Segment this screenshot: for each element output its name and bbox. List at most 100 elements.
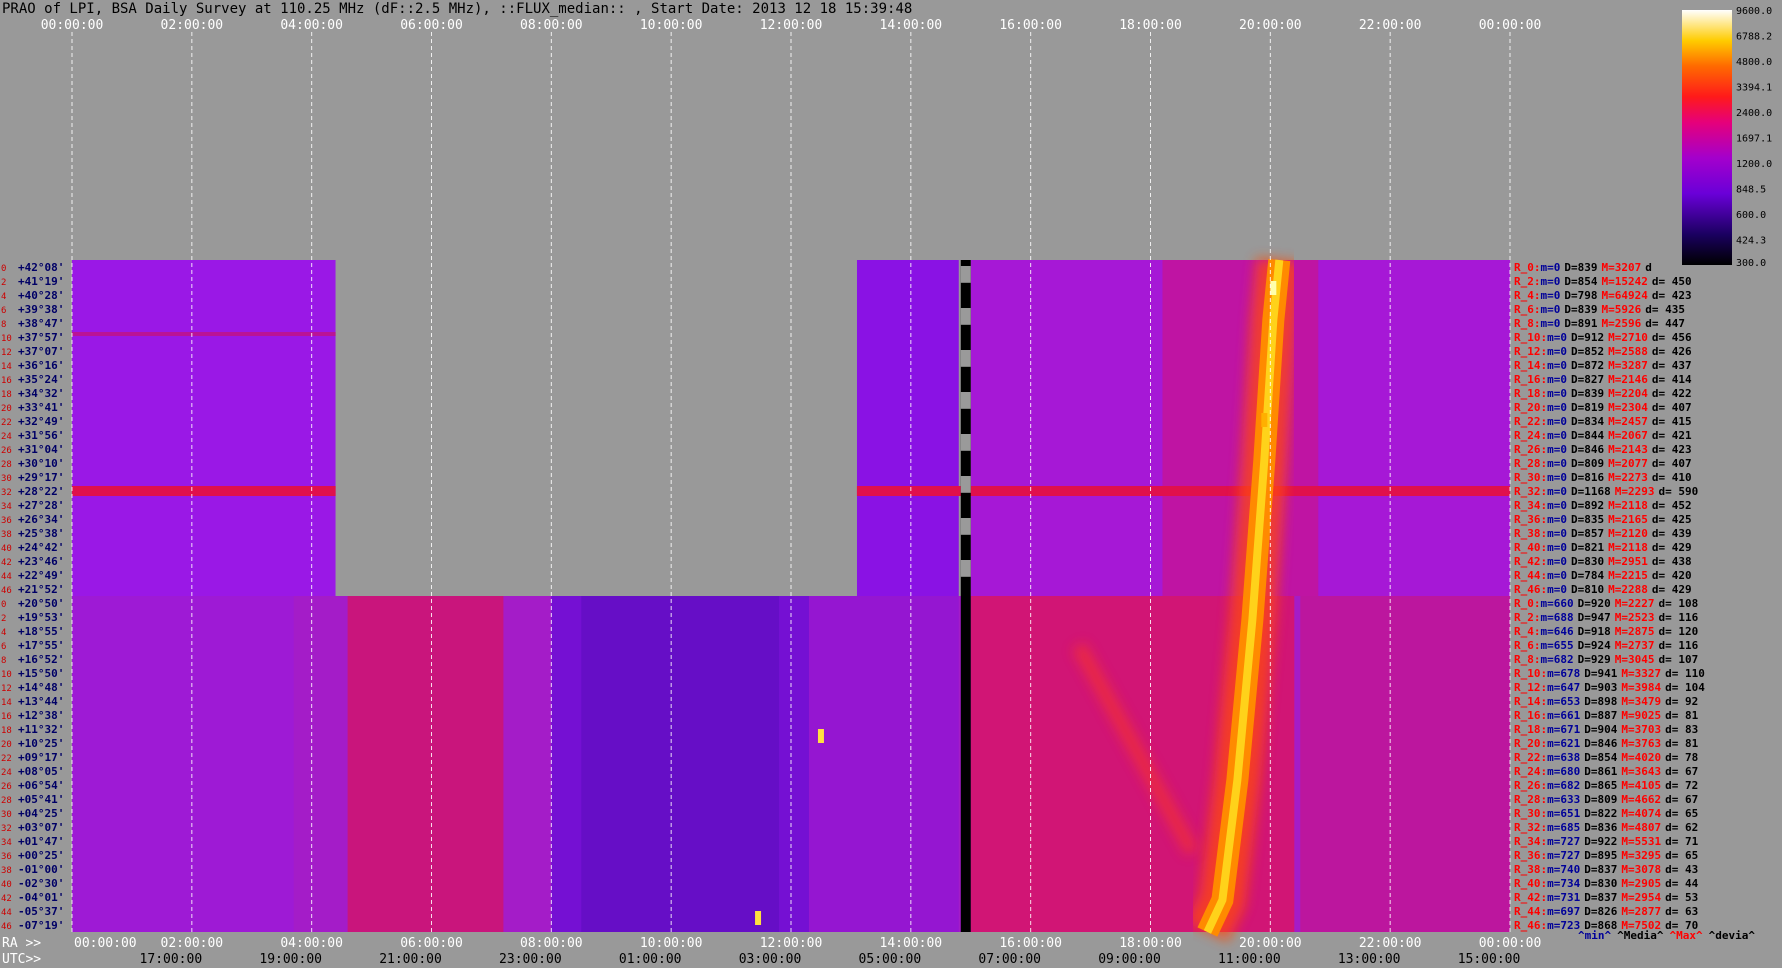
stat-beam: R_16: [1514,373,1547,386]
stat-beam: R_2: [1514,611,1541,624]
stat-min: m=633 [1547,793,1580,806]
beam-stat-row: R_12:m=647 D=903 M=3984 d= 104 [1514,681,1705,694]
declination-label: +40°28' [18,289,64,302]
stat-min: m=646 [1541,625,1574,638]
beam-stat-row: R_6:m=0 D=839 M=5926 d= 435 [1514,303,1685,316]
colorbar-tick: 424.3 [1736,235,1766,246]
beam-index-label: 38 [1,530,12,540]
stat-max: M=2304 [1608,401,1648,414]
stat-min: m=0 [1547,429,1567,442]
declination-label: +30°10' [18,457,64,470]
beam-index-label: 12 [1,348,12,358]
beam-stat-row: R_42:m=731 D=837 M=2954 d= 53 [1514,891,1698,904]
top-tick-label: 08:00:00 [520,18,583,33]
declination-label: +14°48' [18,681,64,694]
stat-median: D=912 [1571,331,1604,344]
stat-median: D=830 [1571,555,1604,568]
beam-index-label: 6 [1,642,6,652]
stat-beam: R_36: [1514,849,1547,862]
stat-dev: d= 422 [1652,387,1692,400]
beam-stat-row: R_4:m=646 D=918 M=2875 d= 120 [1514,625,1698,638]
weak-stripe [72,332,336,336]
stat-dev: d= 407 [1652,401,1692,414]
declination-label: +35°24' [18,373,64,386]
ra-tick-label: 10:00:00 [640,936,703,951]
colorbar-scale [1682,10,1732,265]
beam-stat-row: R_10:m=678 D=941 M=3327 d= 110 [1514,667,1705,680]
stat-min: m=682 [1541,653,1574,666]
stat-max: M=2077 [1608,457,1648,470]
declination-label: +32°49' [18,415,64,428]
beam-stat-row: R_28:m=0 D=809 M=2077 d= 407 [1514,457,1692,470]
declination-label: +24°42' [18,541,64,554]
declination-label: -07°19' [18,919,64,932]
ra-tick-label: 18:00:00 [1119,936,1182,951]
beam-index-label: 40 [1,544,12,554]
beam-stat-row: R_36:m=0 D=835 M=2165 d= 425 [1514,513,1692,526]
stat-median: D=1168 [1571,485,1611,498]
declination-label: +28°22' [18,485,64,498]
beam-index-label: 36 [1,852,12,862]
beam-stat-row: R_22:m=0 D=834 M=2457 d= 415 [1514,415,1692,428]
stat-dev: d= 67 [1665,765,1698,778]
stats-header-item: ^devia^ [1709,929,1756,942]
stat-median: D=827 [1571,373,1604,386]
stat-dev: d= 67 [1665,793,1698,806]
stat-max: M=15242 [1602,275,1648,288]
ra-tick-label: 00:00:00 [1479,936,1542,951]
declination-label: +27°28' [18,499,64,512]
beam-index-label: 0 [1,264,6,274]
beam-stat-row: R_8:m=0 D=891 M=2596 d= 447 [1514,317,1685,330]
beam-stat-row: R_2:m=0 D=854 M=15242 d= 450 [1514,275,1692,288]
stat-dev: d= 44 [1665,877,1698,890]
colorbar-tick: 4800.0 [1736,57,1772,68]
beam-stat-row: R_18:m=0 D=839 M=2204 d= 422 [1514,387,1692,400]
stat-median: D=784 [1571,569,1604,582]
stat-dev: d= 110 [1665,667,1705,680]
stat-min: m=647 [1547,681,1580,694]
stat-beam: R_4: [1514,289,1541,302]
stat-median: D=836 [1584,821,1617,834]
ra-tick-label: 12:00:00 [760,936,823,951]
ra-tick-label: 02:00:00 [161,936,224,951]
beam-stat-row: R_4:m=0 D=798 M=64924 d= 423 [1514,289,1692,302]
stat-max: M=3984 [1621,681,1661,694]
stat-max: M=2118 [1608,541,1648,554]
beam-index-label: 8 [1,656,6,666]
declination-label: -02°30' [18,877,64,890]
stat-median: D=895 [1584,849,1617,862]
declination-label: +37°07' [18,345,64,358]
utc-tick-label: 13:00:00 [1338,952,1401,967]
ra-tick-label: 00:00:00 [74,936,137,951]
beam-index-label: 32 [1,824,12,834]
stat-dev: d= 43 [1665,863,1698,876]
stat-dev: d= 435 [1645,303,1685,316]
stat-max: M=3703 [1621,723,1661,736]
beam-stat-row: R_46:m=0 D=810 M=2288 d= 429 [1514,583,1692,596]
declination-label: +16°52' [18,653,64,666]
stat-beam: R_42: [1514,555,1547,568]
stat-max: M=3479 [1621,695,1661,708]
ra-tick-label: 14:00:00 [880,936,943,951]
stat-min: m=688 [1541,611,1574,624]
declination-label: +04°25' [18,807,64,820]
stat-min: m=0 [1541,317,1561,330]
beam-stat-row: R_26:m=682 D=865 M=4105 d= 72 [1514,779,1698,792]
stat-min: m=0 [1547,387,1567,400]
ra-prefix: RA >> [2,936,41,951]
stat-median: D=809 [1584,793,1617,806]
stat-median: D=821 [1571,541,1604,554]
stat-dev: d= 92 [1665,695,1698,708]
stat-median: D=898 [1584,695,1617,708]
beam-stat-row: R_12:m=0 D=852 M=2588 d= 426 [1514,345,1692,358]
beam-stat-row: R_24:m=0 D=844 M=2067 d= 421 [1514,429,1692,442]
declination-label: +01°47' [18,835,64,848]
top-tick-label: 12:00:00 [760,18,823,33]
stat-median: D=846 [1571,443,1604,456]
stat-min: m=680 [1547,765,1580,778]
stat-min: m=671 [1547,723,1580,736]
beam-stat-row: R_14:m=653 D=898 M=3479 d= 92 [1514,695,1698,708]
stat-max: M=2118 [1608,499,1648,512]
top-tick-label: 20:00:00 [1239,18,1302,33]
top-tick-label: 02:00:00 [161,18,224,33]
